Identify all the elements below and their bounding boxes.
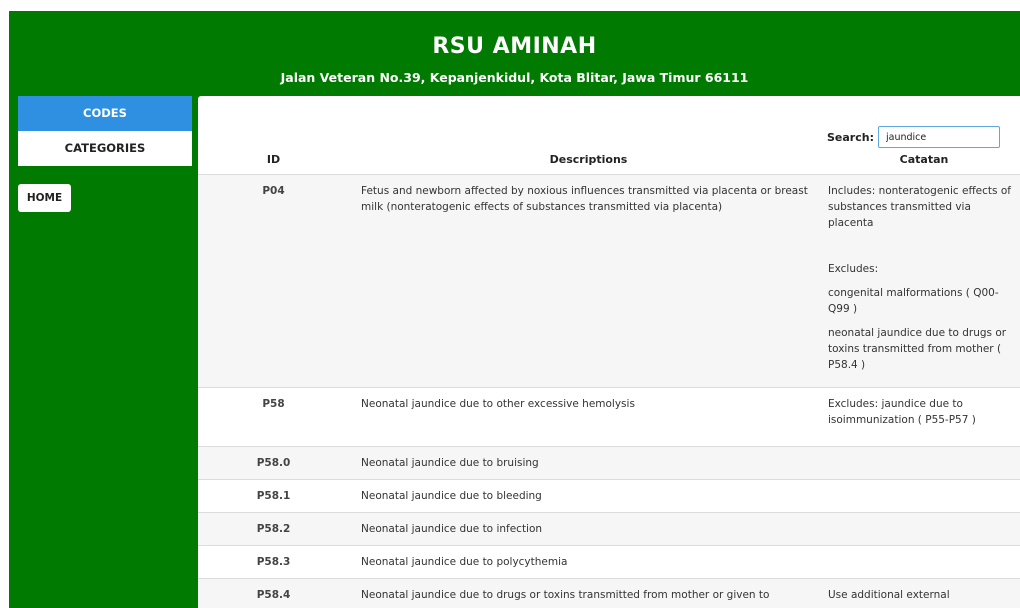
row-description: Neonatal jaundice due to drugs or toxins… (349, 578, 828, 608)
row-notes (828, 512, 1020, 546)
table-row[interactable]: P58 Neonatal jaundice due to other exces… (198, 387, 1020, 447)
sidebar-item-categories[interactable]: CATEGORIES (18, 131, 192, 166)
note-spacer (828, 231, 1012, 261)
row-id: P58.1 (198, 479, 349, 513)
row-id: P58.4 (198, 578, 349, 608)
row-description: Neonatal jaundice due to bruising (349, 446, 828, 480)
row-notes: Includes: nonteratogenic effects of subs… (828, 174, 1020, 388)
table-row[interactable]: P58.2 Neonatal jaundice due to infection (198, 512, 1020, 546)
row-description: Fetus and newborn affected by noxious in… (349, 174, 828, 388)
column-header-catatan[interactable]: Catatan (828, 144, 1020, 175)
sidebar-nav: CODES CATEGORIES (18, 96, 192, 166)
column-header-descriptions[interactable]: Descriptions (349, 144, 828, 175)
home-button[interactable]: HOME (18, 184, 71, 212)
note-line: Use additional external (828, 589, 950, 601)
table-row[interactable]: P58.3 Neonatal jaundice due to polycythe… (198, 545, 1020, 579)
row-id: P58.2 (198, 512, 349, 546)
column-header-id[interactable]: ID (198, 144, 349, 175)
table-row[interactable]: P58.0 Neonatal jaundice due to bruising (198, 446, 1020, 480)
search-label: Search: (827, 130, 874, 144)
app-frame: RSU AMINAH Jalan Veteran No.39, Kepanjen… (9, 11, 1020, 608)
table-row[interactable]: P58.4 Neonatal jaundice due to drugs or … (198, 578, 1020, 608)
note-line: congenital malformations ( Q00-Q99 ) (828, 287, 999, 315)
row-notes (828, 446, 1020, 480)
row-notes (828, 545, 1020, 579)
row-id: P04 (198, 174, 349, 388)
row-id: P58.3 (198, 545, 349, 579)
main-panel: Search: ID Descriptions Catatan P04 Fetu… (198, 96, 1020, 608)
codes-table: ID Descriptions Catatan P04 Fetus and ne… (198, 144, 1020, 608)
note-line: neonatal jaundice due to drugs or toxins… (828, 327, 1007, 371)
row-notes (828, 479, 1020, 513)
row-notes: Use additional external (828, 578, 1020, 608)
sidebar-item-codes[interactable]: CODES (18, 96, 192, 131)
note-line: Includes: nonteratogenic effects of subs… (828, 185, 1011, 229)
table-header-row: ID Descriptions Catatan (198, 144, 1020, 175)
row-description: Neonatal jaundice due to bleeding (349, 479, 828, 513)
row-id: P58.0 (198, 446, 349, 480)
row-description: Neonatal jaundice due to other excessive… (349, 387, 828, 447)
row-notes: Excludes: jaundice due to isoimmunizatio… (828, 387, 1020, 447)
note-line: Excludes: jaundice due to isoimmunizatio… (828, 398, 976, 426)
row-id: P58 (198, 387, 349, 447)
table-row[interactable]: P58.1 Neonatal jaundice due to bleeding (198, 479, 1020, 513)
note-line: Excludes: (828, 263, 879, 275)
table-row[interactable]: P04 Fetus and newborn affected by noxiou… (198, 174, 1020, 388)
row-description: Neonatal jaundice due to polycythemia (349, 545, 828, 579)
hospital-title: RSU AMINAH (432, 34, 597, 59)
hospital-address: Jalan Veteran No.39, Kepanjenkidul, Kota… (280, 70, 749, 85)
row-description: Neonatal jaundice due to infection (349, 512, 828, 546)
